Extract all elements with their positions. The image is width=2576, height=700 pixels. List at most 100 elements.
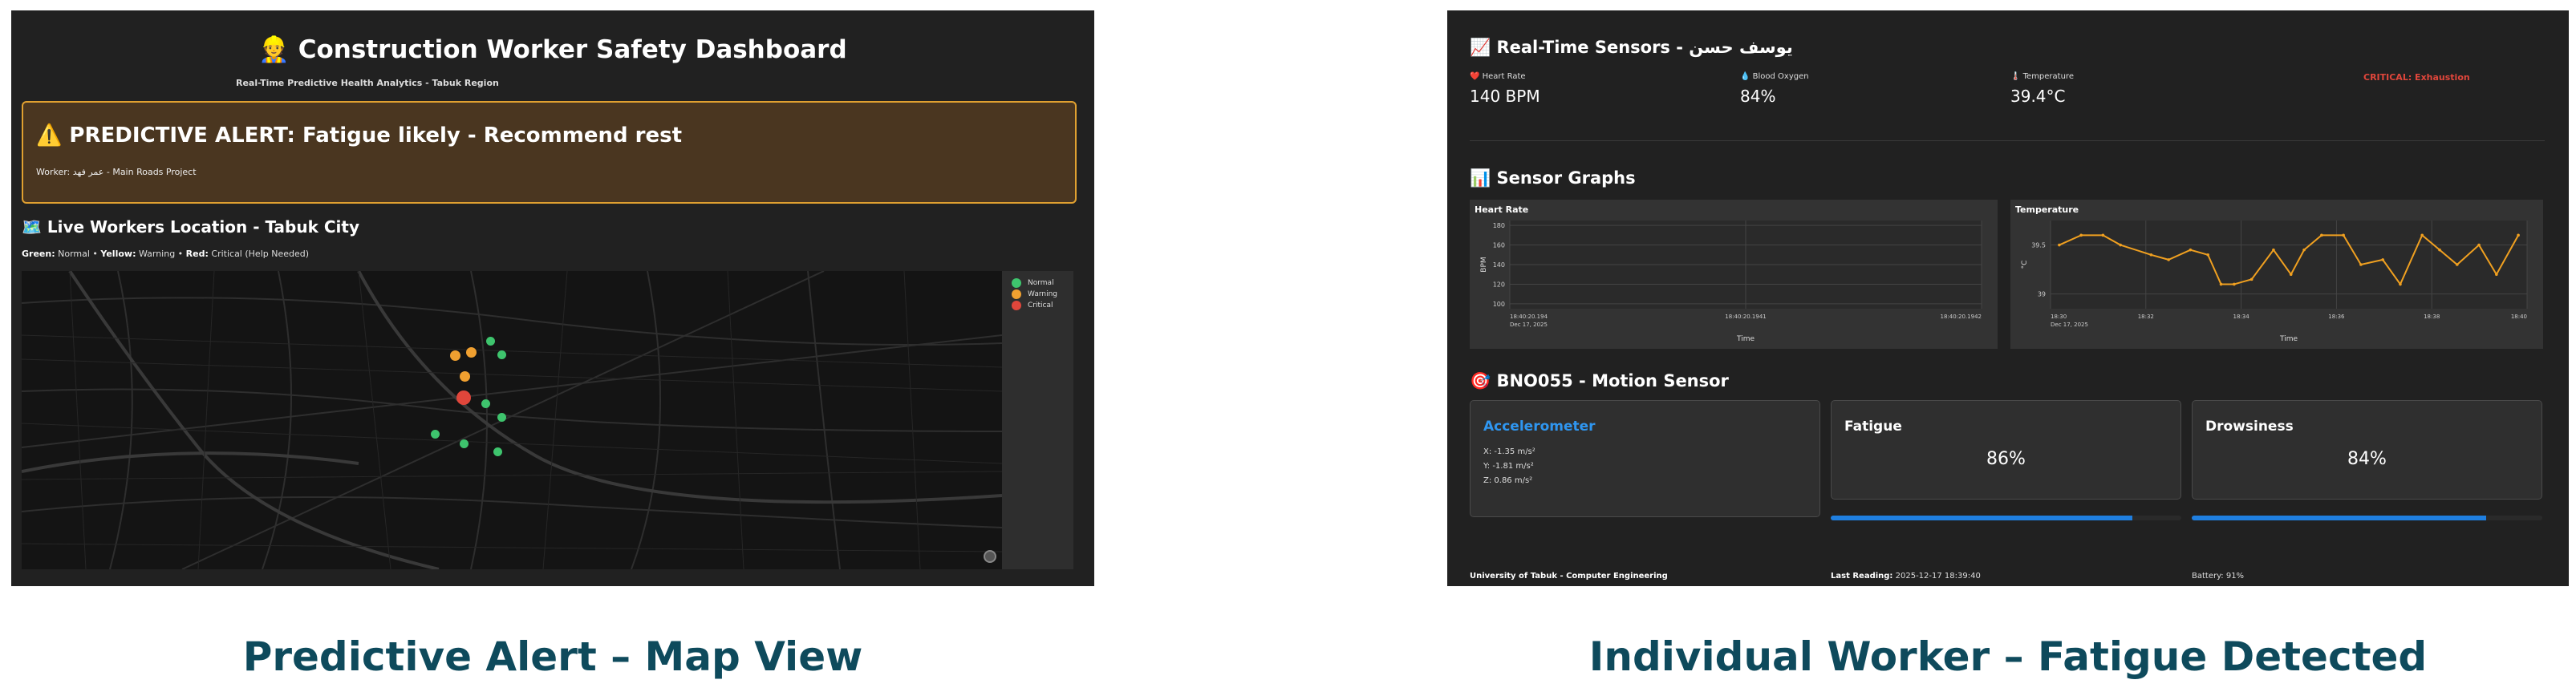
y-axis-label: BPM [1480,257,1488,272]
motion-title: 🎯 BNO055 - Motion Sensor [1470,371,1729,390]
x-tick-label: 18:40:20.1941 [1725,314,1766,320]
x-tick-label: 18:30 [2051,314,2067,320]
temperature-value: 39.4°C [2010,87,2066,106]
footer-org: University of Tabuk - Computer Engineeri… [1470,572,1668,581]
caption-map-view: Predictive Alert – Map View [242,633,863,680]
data-point [2101,233,2105,237]
critical-dot-icon [1012,301,1021,310]
y-tick-label: 180 [1493,222,1505,229]
x-tick-label: Dec 17, 2025 [1510,322,1548,328]
alert-title: ⚠️ PREDICTIVE ALERT: Fatigue likely - Re… [36,123,683,148]
worker-marker-normal[interactable] [431,430,440,439]
data-point [2381,258,2384,261]
data-point [2438,248,2441,252]
temperature-chart: 39 39.5 18:30 Dec 17, 2025 18:32 18:34 18:36 18… [2021,221,2528,343]
worker-marker-normal[interactable] [460,439,469,448]
blood-oxygen-label: 💧 Blood Oxygen [1740,72,1809,81]
warning-dot-icon [1012,289,1021,299]
worker-marker-normal[interactable] [497,413,506,422]
worker-marker-warning[interactable] [450,350,460,361]
heart-rate-chart: 100 120 140 160 180 18:40:20.194 Dec 17, 2025 1… [1480,221,1982,343]
data-point [2495,273,2498,277]
x-tick-label: 18:32 [2138,314,2154,320]
x-tick-label: 18:38 [2424,314,2440,320]
compass-icon[interactable] [984,550,996,563]
map-legend-item: Warning [1012,289,1057,299]
data-point [2149,253,2153,257]
fatigue-progress-fill [1831,516,2132,520]
status-legend-line: Green: Normal • Yellow: Warning • Red: C… [22,249,309,259]
accel-z: Z: 0.86 m/s² [1483,476,1533,485]
data-point [2058,243,2061,247]
map-legend-label: Critical [1028,301,1053,310]
drowsiness-progress-bar [2192,516,2542,520]
data-point [2079,233,2083,237]
drowsiness-card: Drowsiness 84% [2192,400,2542,500]
y-tick-label: 100 [1493,301,1505,308]
map-legend-label: Normal [1028,279,1054,287]
y-tick-label: 120 [1493,281,1505,288]
data-point [2420,233,2424,237]
worker-detail-panel: 📈 Real-Time Sensors - يوسف حسن ❤️ Heart … [1447,10,2569,586]
sensors-title: 📈 Real-Time Sensors - يوسف حسن [1470,38,1793,57]
map-legend-item: Critical [1012,301,1053,310]
dashboard-subtitle: Real-Time Predictive Health Analytics - … [236,78,499,88]
temperature-graph[interactable]: Temperature 39 39.5 18:30 Dec 17, 2025 18:32… [2010,200,2543,349]
heart-rate-graph[interactable]: Heart Rate 100 120 140 160 180 18:40:20.194 De… [1470,200,1998,349]
data-point [2399,282,2402,286]
drowsiness-progress-fill [2192,516,2487,520]
footer-last-label: Last Reading: [1831,572,1893,581]
map-legend-item: Normal [1012,278,1054,288]
accel-x: X: -1.35 m/s² [1483,447,1535,456]
legend-red-value: Critical (Help Needed) [208,249,310,259]
graphs-title: 📊 Sensor Graphs [1470,168,1636,188]
legend-yellow-value: Warning • [136,249,186,259]
worker-marker-warning[interactable] [460,371,470,382]
data-point [2249,277,2253,281]
data-point [2359,263,2363,266]
map-legend: Normal Warning Critical [1002,271,1073,569]
fatigue-card: Fatigue 86% [1831,400,2181,500]
data-point [2320,233,2323,237]
worker-marker-normal[interactable] [481,399,490,408]
footer-last-reading: Last Reading: 2025-12-17 18:39:40 [1831,572,1981,581]
data-point [2272,248,2275,252]
footer-org-text: University of Tabuk - Computer Engineeri… [1470,572,1668,581]
worker-marker-normal[interactable] [486,337,495,346]
data-point [2342,233,2345,237]
y-axis-label: °C [2021,261,2029,269]
fatigue-value: 86% [1986,449,2026,469]
data-point [2119,243,2122,247]
data-point [2219,282,2223,286]
y-tick-label: 39.5 [2031,242,2046,249]
data-point [2477,243,2481,247]
x-tick-label: 18:40 [2511,314,2527,320]
blood-oxygen-value: 84% [1740,87,1776,106]
workers-map[interactable] [22,271,1002,569]
plot-area [2051,221,2527,309]
x-tick-label: 18:36 [2328,314,2345,320]
data-point [2289,273,2293,277]
worker-marker-critical[interactable] [456,390,471,405]
predictive-alert-box: ⚠️ PREDICTIVE ALERT: Fatigue likely - Re… [22,101,1077,204]
data-point [2233,282,2236,286]
fatigue-progress-bar [1831,516,2181,520]
data-point [2302,248,2306,252]
caption-worker-detail: Individual Worker – Fatigue Detected [1588,633,2428,680]
legend-yellow-key: Yellow: [100,249,136,259]
fatigue-title: Fatigue [1844,419,1902,435]
worker-marker-normal[interactable] [497,350,506,359]
accel-y: Y: -1.81 m/s² [1483,462,1534,471]
map-section-title: 🗺️ Live Workers Location - Tabuk City [22,217,360,237]
alert-worker: Worker: عمر فهد - Main Roads Project [36,167,197,177]
worker-marker-warning[interactable] [466,347,477,358]
accelerometer-card: Accelerometer X: -1.35 m/s² Y: -1.81 m/s… [1470,400,1820,517]
y-tick-label: 160 [1493,242,1505,249]
temperature-label: 🌡️ Temperature [2010,72,2074,81]
legend-green-value: Normal • [55,249,101,259]
data-point [2206,253,2209,257]
x-axis-label: Time [2279,335,2298,343]
x-tick-label: 18:40:20.1942 [1941,314,1982,320]
worker-marker-normal[interactable] [493,447,502,456]
x-tick-label: 18:34 [2233,314,2250,320]
